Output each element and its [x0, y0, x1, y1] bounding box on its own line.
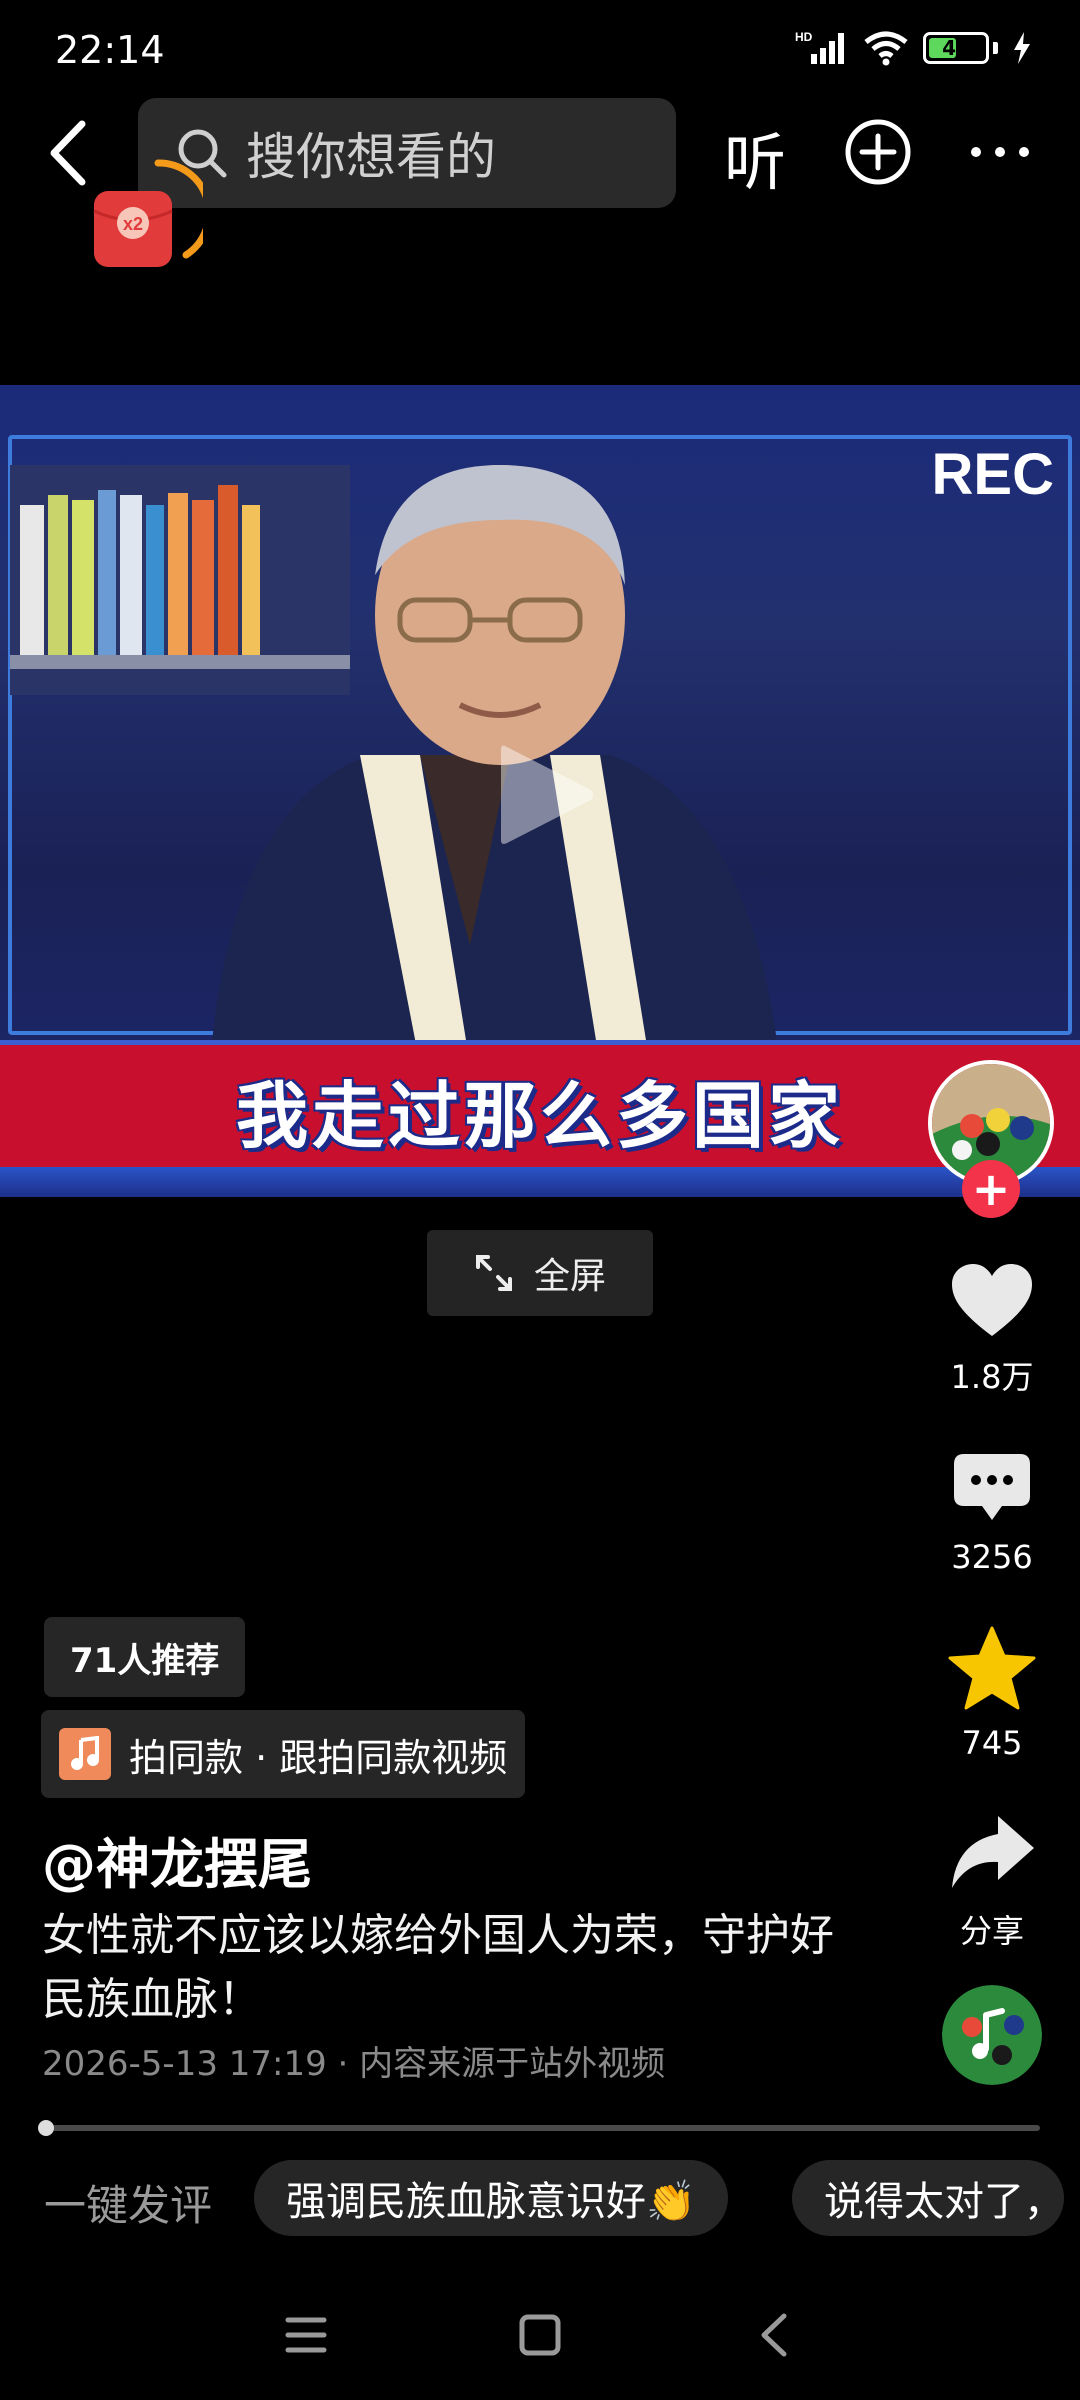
- expand-icon: [475, 1255, 512, 1291]
- red-packet-reward-icon[interactable]: x2: [88, 155, 203, 275]
- status-time: 22:14: [55, 28, 165, 72]
- comment-icon: [954, 1454, 1030, 1520]
- quick-comment-label: 一键发评: [44, 2181, 213, 2230]
- share-icon: [952, 1816, 1034, 1888]
- more-icon[interactable]: [968, 140, 1032, 164]
- quick-comment-chip[interactable]: 强调民族血脉意识好👏: [254, 2160, 728, 2236]
- battery-icon: 49: [923, 32, 989, 64]
- star-icon: [948, 1626, 1036, 1710]
- battery-level: 49: [942, 36, 970, 60]
- fullscreen-label: 全屏: [533, 1256, 606, 1297]
- status-icons: HD 49: [795, 30, 1032, 66]
- post-meta: 2026-5-13 17:19 · 内容来源于站外视频: [42, 2044, 666, 2084]
- progress-handle[interactable]: [38, 2120, 54, 2136]
- rec-label: REC: [931, 442, 1054, 507]
- favorite-count: 745: [961, 1724, 1023, 1762]
- fullscreen-button[interactable]: 全屏: [427, 1230, 653, 1316]
- reward-multiplier: x2: [123, 214, 143, 234]
- video-description: 女性就不应该以嫁给外国人为荣，守护好民族血脉！: [42, 1910, 834, 2025]
- menu-icon[interactable]: [285, 2317, 327, 2353]
- video-caption: 我走过那么多国家: [235, 1074, 844, 1158]
- home-icon[interactable]: [519, 2314, 561, 2356]
- charging-icon: [1014, 32, 1030, 64]
- listen-button[interactable]: 听: [724, 112, 786, 202]
- comment-count: 3256: [951, 1538, 1033, 1576]
- search-placeholder: 搜你想看的: [246, 128, 496, 186]
- back-nav-icon[interactable]: [761, 2313, 787, 2357]
- video-player[interactable]: REC 我走过那么多国家: [0, 385, 1080, 1197]
- recommend-badge[interactable]: 71人推荐: [44, 1617, 246, 1697]
- same-style-button[interactable]: 拍同款 · 跟拍同款视频: [41, 1710, 526, 1798]
- wifi-icon: [864, 31, 908, 66]
- play-icon[interactable]: [497, 740, 597, 850]
- signal-icon: HD: [795, 30, 844, 64]
- speaker-image: [210, 465, 780, 1065]
- music-disc-icon[interactable]: [942, 1985, 1042, 2085]
- same-style-label: 拍同款 · 跟拍同款视频: [129, 1735, 508, 1780]
- create-button[interactable]: [844, 118, 912, 186]
- favorite-button[interactable]: 745: [912, 1626, 1072, 1762]
- share-button[interactable]: 分享: [912, 1812, 1072, 1952]
- music-note-icon: [59, 1728, 111, 1780]
- quick-comment-chip[interactable]: 说得太对了，: [792, 2160, 1064, 2236]
- video-progress-bar[interactable]: [44, 2125, 1040, 2131]
- share-label: 分享: [959, 1912, 1024, 1950]
- heart-icon: [952, 1264, 1032, 1336]
- like-count: 1.8万: [950, 1358, 1034, 1396]
- follow-button[interactable]: +: [962, 1160, 1020, 1218]
- like-button[interactable]: 1.8万: [912, 1262, 1072, 1398]
- author-name[interactable]: @神龙摆尾: [42, 1820, 312, 1899]
- network-label: HD: [795, 30, 813, 44]
- search-input[interactable]: 搜你想看的: [138, 98, 676, 208]
- system-nav-bar: [285, 2313, 787, 2357]
- comment-button[interactable]: 3256: [912, 1452, 1072, 1576]
